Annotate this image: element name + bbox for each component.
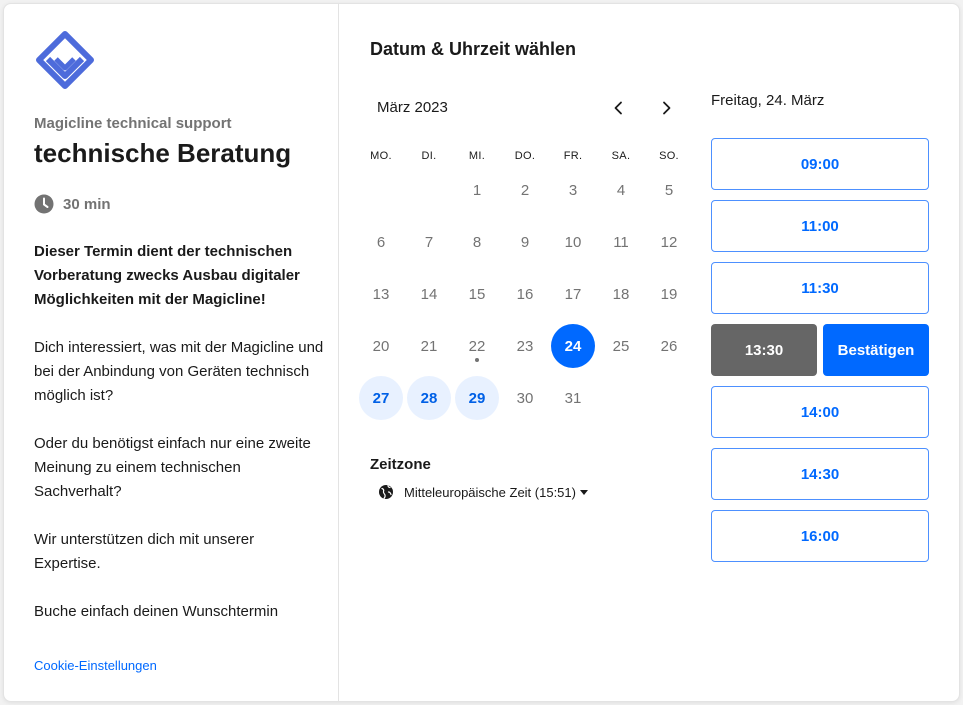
weekday-header: FR. bbox=[563, 150, 583, 162]
calendar-day: 8 bbox=[472, 233, 482, 251]
time-slot-button[interactable]: 16:00 bbox=[711, 510, 929, 562]
weekday-header: SO. bbox=[659, 150, 679, 162]
timezone-select[interactable]: Mitteleuropäische Zeit (15:51) bbox=[378, 484, 588, 500]
calendar-day: 9 bbox=[520, 233, 530, 251]
previous-month-button[interactable] bbox=[607, 96, 631, 120]
page-title: Datum & Uhrzeit wählen bbox=[370, 39, 577, 59]
chevron-right-icon bbox=[663, 101, 671, 115]
timezone-value: Mitteleuropäische Zeit (15:51) bbox=[404, 484, 576, 500]
time-slot-button[interactable]: 14:00 bbox=[711, 386, 929, 438]
calendar-day: 10 bbox=[564, 233, 582, 251]
description-paragraph: Dich interessiert, was mit der Magicline… bbox=[34, 339, 324, 404]
calendar-day: 19 bbox=[660, 285, 678, 303]
today-indicator bbox=[475, 358, 479, 362]
confirm-button[interactable]: Bestätigen bbox=[823, 324, 929, 376]
cookie-settings-link[interactable]: Cookie-Einstellungen bbox=[34, 658, 157, 673]
calendar-day: 3 bbox=[568, 181, 578, 199]
description-paragraph: Dieser Termin dient der technischen Vorb… bbox=[34, 243, 300, 308]
event-title: technische Beratung bbox=[34, 138, 292, 168]
calendar-day: 13 bbox=[372, 285, 390, 303]
calendar-day: 11 bbox=[613, 233, 629, 251]
calendar-day: 5 bbox=[664, 181, 674, 199]
month-label: März 2023 bbox=[377, 99, 448, 116]
calendar-day: 2 bbox=[520, 181, 530, 199]
calendar-day: 21 bbox=[420, 337, 438, 355]
calendar-day: 17 bbox=[564, 285, 582, 303]
calendar-day: 14 bbox=[420, 285, 438, 303]
calendar-day: 23 bbox=[516, 337, 534, 355]
next-month-button[interactable] bbox=[654, 96, 678, 120]
description-paragraph: Oder du benötigst einfach nur eine zweit… bbox=[34, 435, 311, 500]
time-slot-button[interactable]: 14:30 bbox=[711, 448, 929, 500]
booking-card: Magicline technical support technische B… bbox=[3, 3, 960, 702]
chevron-left-icon bbox=[614, 101, 622, 115]
weekday-header: DI. bbox=[421, 150, 437, 162]
time-slot-selected[interactable]: 13:30 bbox=[711, 324, 817, 376]
weekday-header: DO. bbox=[514, 150, 536, 162]
caret-down-icon bbox=[579, 489, 588, 495]
event-description: Dieser Termin dient der technischen Vorb… bbox=[34, 240, 324, 648]
calendar-day: 18 bbox=[612, 285, 630, 303]
calendar-day: 16 bbox=[516, 285, 534, 303]
calendar-day: 12 bbox=[660, 233, 678, 251]
weekday-header: MI. bbox=[468, 150, 486, 162]
calendar-day: 4 bbox=[616, 181, 626, 199]
event-duration: 30 min bbox=[34, 194, 111, 214]
selected-date-label: Freitag, 24. März bbox=[711, 92, 825, 109]
calendar-day: 26 bbox=[660, 337, 678, 355]
weekday-header: SA. bbox=[611, 150, 631, 162]
weekday-header: MO. bbox=[370, 150, 392, 162]
calendar-day: 31 bbox=[564, 389, 582, 407]
calendar-day: 7 bbox=[424, 233, 434, 251]
time-slot-button[interactable]: 11:00 bbox=[711, 200, 929, 252]
clock-icon bbox=[34, 194, 54, 214]
calendar-day[interactable]: 29 bbox=[455, 376, 499, 420]
duration-label: 30 min bbox=[63, 195, 111, 213]
calendar-day: 20 bbox=[372, 337, 390, 355]
event-details-panel: Magicline technical support technische B… bbox=[4, 4, 339, 701]
calendar-day[interactable]: 27 bbox=[359, 376, 403, 420]
globe-icon bbox=[379, 484, 393, 500]
organizer-name: Magicline technical support bbox=[34, 115, 232, 132]
calendar-day-selected[interactable]: 24 bbox=[551, 324, 595, 368]
time-slot-button[interactable]: 09:00 bbox=[711, 138, 929, 190]
calendar-day: 22 bbox=[455, 324, 499, 368]
description-paragraph: Buche einfach deinen Wunschtermin bbox=[34, 603, 279, 620]
calendar-day: 15 bbox=[468, 285, 486, 303]
calendar-day[interactable]: 28 bbox=[407, 376, 451, 420]
timezone-label: Zeitzone bbox=[370, 456, 431, 473]
calendar-day: 6 bbox=[376, 233, 386, 251]
description-paragraph: Wir unterstützen dich mit unserer Expert… bbox=[34, 531, 255, 572]
calendar-day: 30 bbox=[516, 389, 534, 407]
magicline-logo bbox=[36, 31, 94, 89]
time-slot-button[interactable]: 11:30 bbox=[711, 262, 929, 314]
calendar-day: 25 bbox=[612, 337, 630, 355]
calendar-day: 1 bbox=[472, 181, 482, 199]
